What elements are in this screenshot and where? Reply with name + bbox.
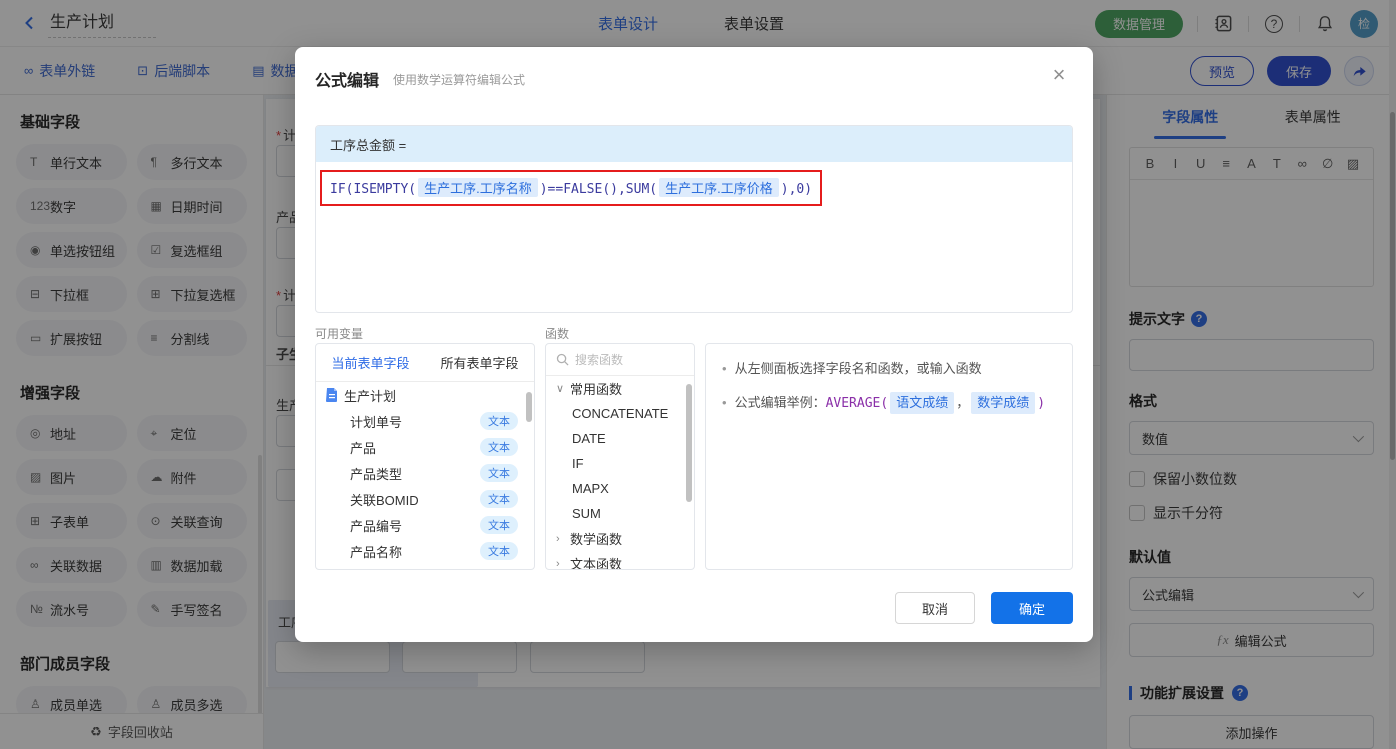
variable-row[interactable]: 关联BOMID 文本: [316, 486, 534, 512]
chevron-right-icon: ›: [556, 557, 560, 570]
function-group-label: 文本函数: [570, 557, 623, 570]
confirm-button[interactable]: 确定: [991, 592, 1073, 624]
functions-label: 函数: [545, 327, 570, 341]
code-text: ),0): [780, 182, 813, 197]
variables-root-row[interactable]: 生产计划: [316, 382, 534, 408]
variable-type-badge: 文本: [480, 464, 518, 482]
plain-text: ，: [956, 395, 970, 410]
chevron-down-icon: ∨: [556, 383, 565, 395]
tab-all-form-fields[interactable]: 所有表单字段: [425, 344, 534, 381]
function-group-数学函数[interactable]: › 数学函数: [546, 526, 694, 551]
variable-type-badge: 文本: [480, 490, 518, 508]
variables-tabs: 当前表单字段 所有表单字段: [316, 344, 534, 382]
formula-tips-panel: • 从左侧面板选择字段名和函数，或输入函数 • 公式编辑举例：AVERAGE(语文成…: [705, 343, 1073, 570]
functions-panel: 搜索函数 ∨ 常用函数 CONCATENATE DATE IF MAPX SUM › 数学函数 ›…: [545, 343, 695, 570]
field-chip: 生产工序.工序价格: [659, 178, 779, 197]
function-item-MAPX[interactable]: MAPX: [546, 476, 694, 501]
variable-type-badge: 文本: [480, 438, 518, 456]
variables-label: 可用变量: [315, 327, 364, 341]
red-annotation-box: IF(ISEMPTY(生产工序.工序名称)==FALSE(),SUM(生产工序.…: [320, 170, 823, 206]
formula-target: 工序总金额 =: [316, 126, 1072, 162]
document-icon: [326, 388, 337, 402]
cancel-button[interactable]: 取消: [895, 592, 975, 624]
modal-header: 公式编辑 使用数学运算符编辑公式: [295, 47, 1093, 91]
variable-row[interactable]: 产品 文本: [316, 434, 534, 460]
variables-panel: 当前表单字段 所有表单字段 生产计划 计划单号 文本 产品 文本 产品类型 文本 关联BOM…: [315, 343, 535, 570]
tab-current-form-fields[interactable]: 当前表单字段: [316, 344, 425, 381]
code-text: IF(ISEMPTY(: [330, 182, 417, 197]
modal-title: 公式编辑: [315, 73, 380, 90]
function-item-DATE[interactable]: DATE: [546, 426, 694, 451]
variable-name: 产品名称: [350, 544, 403, 560]
function-group-常用函数[interactable]: ∨ 常用函数: [546, 376, 694, 401]
code-text: ): [1037, 396, 1046, 411]
modal-footer: 取消 确定: [895, 592, 1073, 624]
tip-line-2: • 公式编辑举例：AVERAGE(语文成绩，数学成绩): [722, 392, 1056, 415]
formula-body[interactable]: IF(ISEMPTY(生产工序.工序名称)==FALSE(),SUM(生产工序.…: [316, 162, 1072, 214]
variable-row[interactable]: 产品类型 文本: [316, 460, 534, 486]
variables-scrollbar[interactable]: [526, 392, 532, 422]
variable-name: 产品类型: [350, 466, 403, 482]
variable-name: 产品编号: [350, 518, 403, 534]
modal-subtitle: 使用数学运算符编辑公式: [393, 72, 526, 87]
variable-name: 关联BOMID: [350, 492, 419, 508]
code-text: AVERAGE(: [825, 396, 889, 411]
variable-type-badge: 文本: [480, 412, 518, 430]
function-group-文本函数[interactable]: › 文本函数: [546, 551, 694, 570]
form-designer-app: 生产计划 表单设计 表单设置 数据管理 ? 检 ∞表单外链⊡后端脚本▤数据权限 …: [0, 0, 1396, 749]
search-icon: [556, 353, 569, 366]
function-item-IF[interactable]: IF: [546, 451, 694, 476]
variable-name: 计划单号: [350, 414, 403, 430]
field-chip: 语文成绩: [890, 392, 955, 414]
functions-scrollbar[interactable]: [686, 384, 692, 502]
variable-type-badge: 文本: [480, 516, 518, 534]
formula-expression: IF(ISEMPTY(生产工序.工序名称)==FALSE(),SUM(生产工序.…: [330, 178, 813, 197]
variable-name: 产品: [350, 440, 377, 456]
chevron-right-icon: ›: [556, 532, 560, 545]
function-group-label: 常用函数: [570, 382, 623, 397]
search-placeholder: 搜索函数: [575, 353, 624, 367]
close-icon[interactable]: ×: [1045, 61, 1073, 89]
function-search[interactable]: 搜索函数: [546, 344, 694, 376]
variable-type-badge: 文本: [480, 542, 518, 560]
formula-edit-modal: 公式编辑 使用数学运算符编辑公式 × 工序总金额 = IF(ISEMPTY(生产…: [295, 47, 1093, 642]
variable-row[interactable]: 产品名称 文本: [316, 538, 534, 564]
formula-editor[interactable]: 工序总金额 = IF(ISEMPTY(生产工序.工序名称)==FALSE(),S…: [315, 125, 1073, 313]
variable-row[interactable]: 计划单号 文本: [316, 408, 534, 434]
field-chip: 数学成绩: [971, 392, 1036, 414]
variable-row[interactable]: 产品编号 文本: [316, 512, 534, 538]
code-text: )==FALSE(),SUM(: [539, 182, 658, 197]
field-chip: 生产工序.工序名称: [418, 178, 538, 197]
function-item-CONCATENATE[interactable]: CONCATENATE: [546, 401, 694, 426]
function-item-SUM[interactable]: SUM: [546, 501, 694, 526]
function-group-label: 数学函数: [570, 532, 623, 547]
tip-line-1: • 从左侧面板选择字段名和函数，或输入函数: [722, 361, 982, 376]
